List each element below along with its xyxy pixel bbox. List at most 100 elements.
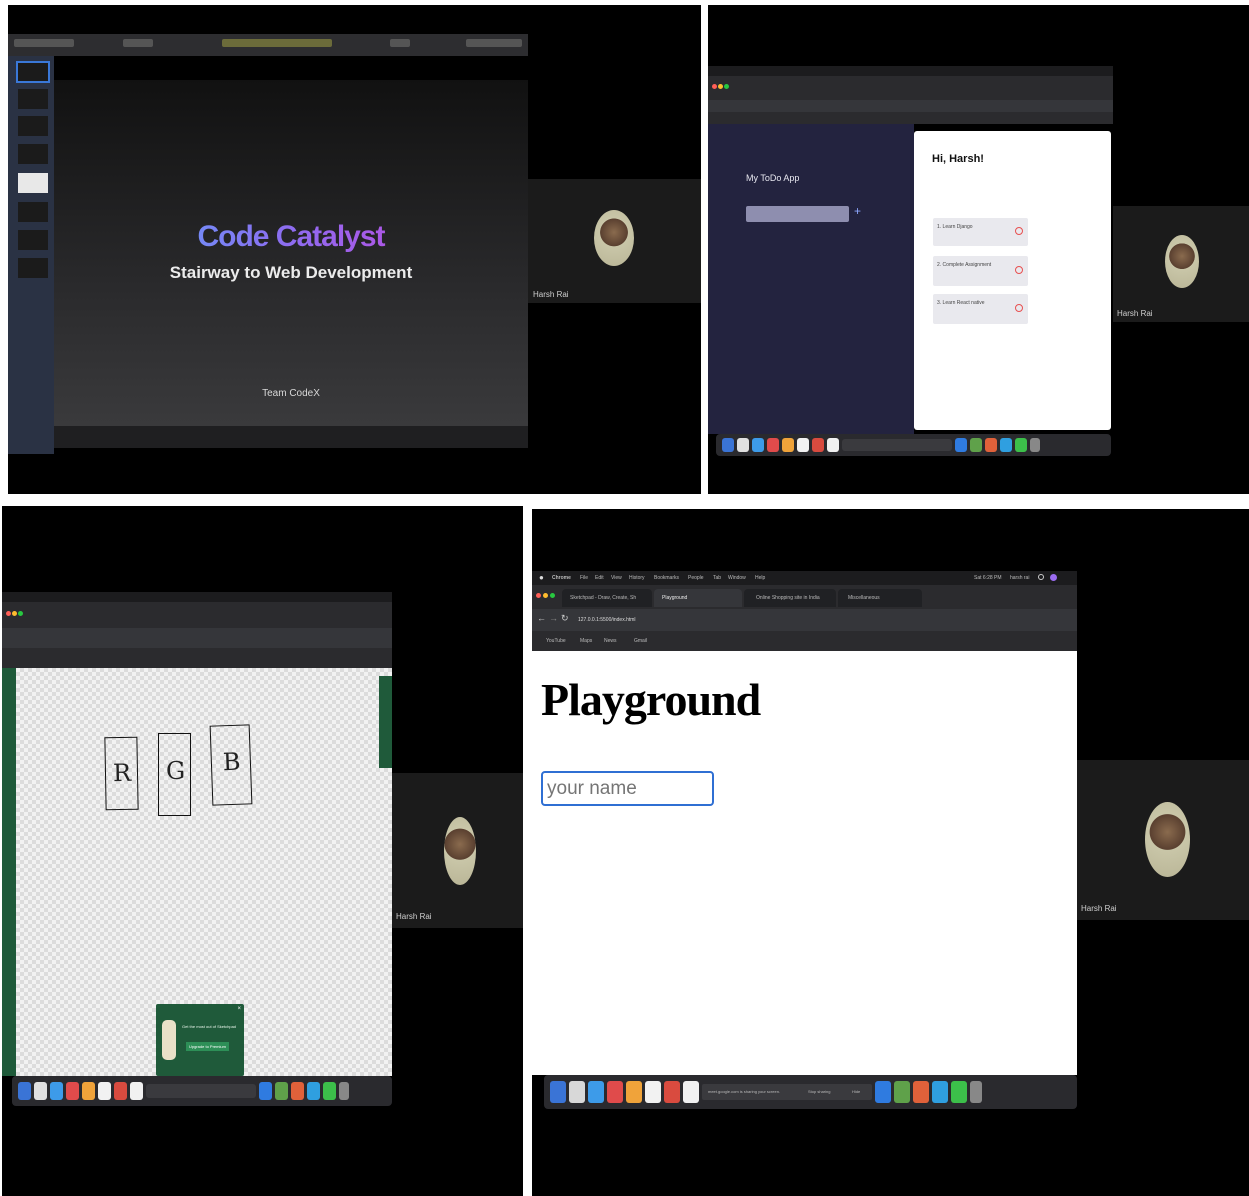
- participant-avatar: [1165, 235, 1199, 288]
- participant-tile: Harsh Rai: [528, 179, 701, 303]
- menu-bookmarks[interactable]: Bookmarks: [654, 575, 679, 581]
- page-title: Playground: [541, 674, 761, 725]
- browser-bookmarks: YouTube Maps News Gmail: [532, 631, 1077, 651]
- slide-thumb[interactable]: [16, 61, 50, 83]
- slide-thumb[interactable]: [18, 173, 48, 193]
- delete-icon[interactable]: [1015, 266, 1023, 274]
- browser-addressbar[interactable]: [708, 100, 1113, 112]
- tab-label: Sketchpad - Draw, Create, Sh: [570, 595, 637, 601]
- tab-label: Online Shopping site in India: [756, 595, 820, 601]
- close-window-icon[interactable]: [536, 593, 541, 598]
- participant-name: Harsh Rai: [533, 290, 569, 299]
- todo-app-title: My ToDo App: [746, 173, 800, 183]
- keynote-bottom-bar: [54, 426, 528, 448]
- participant-avatar: [444, 817, 476, 885]
- slide-thumb[interactable]: [18, 202, 48, 222]
- drawn-letter: R: [112, 758, 132, 788]
- bookmark-youtube[interactable]: YouTube: [546, 638, 566, 644]
- apple-icon[interactable]: ●: [539, 573, 544, 582]
- delete-icon[interactable]: [1015, 227, 1023, 235]
- tab-label: Miscellaneous: [848, 595, 880, 601]
- menu-help[interactable]: Help: [755, 575, 765, 581]
- tab-shopping[interactable]: Online Shopping site in India: [744, 589, 836, 607]
- close-icon[interactable]: ×: [237, 1006, 241, 1012]
- tab-sketchpad[interactable]: Sketchpad - Draw, Create, Sh: [562, 589, 652, 607]
- menu-chrome[interactable]: Chrome: [552, 575, 571, 581]
- stop-sharing-button[interactable]: Stop sharing: [808, 1089, 830, 1094]
- reload-icon[interactable]: ↻: [561, 613, 569, 624]
- delete-icon[interactable]: [1015, 304, 1023, 312]
- menubar-user[interactable]: harsh rai: [1010, 575, 1029, 581]
- participant-avatar: [594, 210, 634, 266]
- minimize-window-icon[interactable]: [543, 593, 548, 598]
- promo-button[interactable]: Upgrade to Premium: [186, 1042, 229, 1051]
- sketch-toolbar-right: [379, 676, 392, 768]
- tab-label: Playground: [662, 595, 688, 601]
- forward-icon[interactable]: →: [549, 613, 558, 623]
- mac-dock: [716, 434, 1111, 456]
- toolbar-insert-buttons[interactable]: [222, 39, 332, 47]
- menu-people[interactable]: People: [688, 575, 704, 581]
- menu-tab[interactable]: Tab: [713, 575, 721, 581]
- trash-icon: [970, 1081, 982, 1103]
- screenshare-panel-todo: My ToDo App + Hi, Harsh! 1. Learn Django…: [708, 5, 1249, 494]
- task-card[interactable]: 1. Learn Django: [933, 218, 1028, 246]
- task-label: 3. Learn React native: [937, 300, 985, 306]
- todo-sidebar: My ToDo App +: [708, 124, 914, 434]
- playground-page: Playground: [532, 651, 1077, 1075]
- slide-thumb[interactable]: [18, 258, 48, 278]
- toolbar-collaborate-button[interactable]: [390, 39, 410, 47]
- task-label: 2. Complete Assignment: [937, 262, 992, 268]
- url-field[interactable]: 127.0.0.1:5500/index.html: [578, 617, 636, 623]
- mascot-icon: [162, 1020, 176, 1060]
- browser-addressbar[interactable]: [2, 628, 392, 648]
- bookmark-news[interactable]: News: [604, 638, 617, 644]
- todo-input[interactable]: [746, 206, 849, 222]
- slide-thumb[interactable]: [18, 144, 48, 164]
- todo-main: Hi, Harsh! 1. Learn Django 2. Complete A…: [914, 131, 1111, 430]
- keynote-toolbar: [8, 34, 528, 56]
- browser-tabbar: [708, 76, 1113, 100]
- slide-thumb[interactable]: [18, 89, 48, 109]
- menu-view[interactable]: View: [611, 575, 622, 581]
- name-input[interactable]: [541, 771, 714, 806]
- task-card[interactable]: 2. Complete Assignment: [933, 256, 1028, 286]
- tab-playground[interactable]: Playground: [654, 589, 742, 607]
- participant-name: Harsh Rai: [1117, 309, 1153, 318]
- launchpad-icon: [569, 1081, 585, 1103]
- hide-button[interactable]: Hide: [852, 1089, 860, 1094]
- back-icon[interactable]: ←: [537, 613, 546, 623]
- todo-add-button[interactable]: +: [854, 204, 861, 218]
- toolbar-buttons[interactable]: [14, 39, 74, 47]
- slide-title: Code Catalyst: [54, 220, 528, 254]
- participant-avatar: [1145, 802, 1190, 877]
- browser-bookmarks: [2, 648, 392, 668]
- mac-menubar: [708, 66, 1113, 76]
- drawn-box: R: [104, 736, 139, 811]
- menu-history[interactable]: History: [629, 575, 645, 581]
- screenshare-panel-sketchpad: R G B Get the most out of Sketchpad Upgr…: [2, 506, 523, 1196]
- screenshare-panel-playground: ● Chrome File Edit View History Bookmark…: [532, 509, 1249, 1196]
- bookmark-gmail[interactable]: Gmail: [634, 638, 647, 644]
- menubar-clock: Sat 6:28 PM: [974, 575, 1002, 581]
- siri-icon[interactable]: [1050, 574, 1057, 581]
- promo-text: Get the most out of Sketchpad: [182, 1024, 237, 1029]
- menu-file[interactable]: File: [580, 575, 588, 581]
- slide-subtitle: Stairway to Web Development: [169, 263, 413, 282]
- slide-thumb[interactable]: [18, 230, 48, 250]
- todo-greeting: Hi, Harsh!: [932, 153, 984, 165]
- bookmark-maps[interactable]: Maps: [580, 638, 592, 644]
- search-icon[interactable]: [1038, 574, 1044, 580]
- toolbar-right-buttons[interactable]: [466, 39, 522, 47]
- drawn-box: B: [209, 724, 253, 806]
- sketch-canvas[interactable]: R G B Get the most out of Sketchpad Upgr…: [16, 668, 392, 1076]
- slide-thumb[interactable]: [18, 116, 48, 136]
- task-card[interactable]: 3. Learn React native: [933, 294, 1028, 324]
- sketch-toolbar-left: [2, 668, 16, 1076]
- menu-edit[interactable]: Edit: [595, 575, 604, 581]
- slide-canvas: Code Catalyst Stairway to Web Developmen…: [54, 80, 528, 426]
- menu-window[interactable]: Window: [728, 575, 746, 581]
- tab-misc[interactable]: Miscellaneous: [838, 589, 922, 607]
- toolbar-play-button[interactable]: [123, 39, 153, 47]
- maximize-window-icon[interactable]: [550, 593, 555, 598]
